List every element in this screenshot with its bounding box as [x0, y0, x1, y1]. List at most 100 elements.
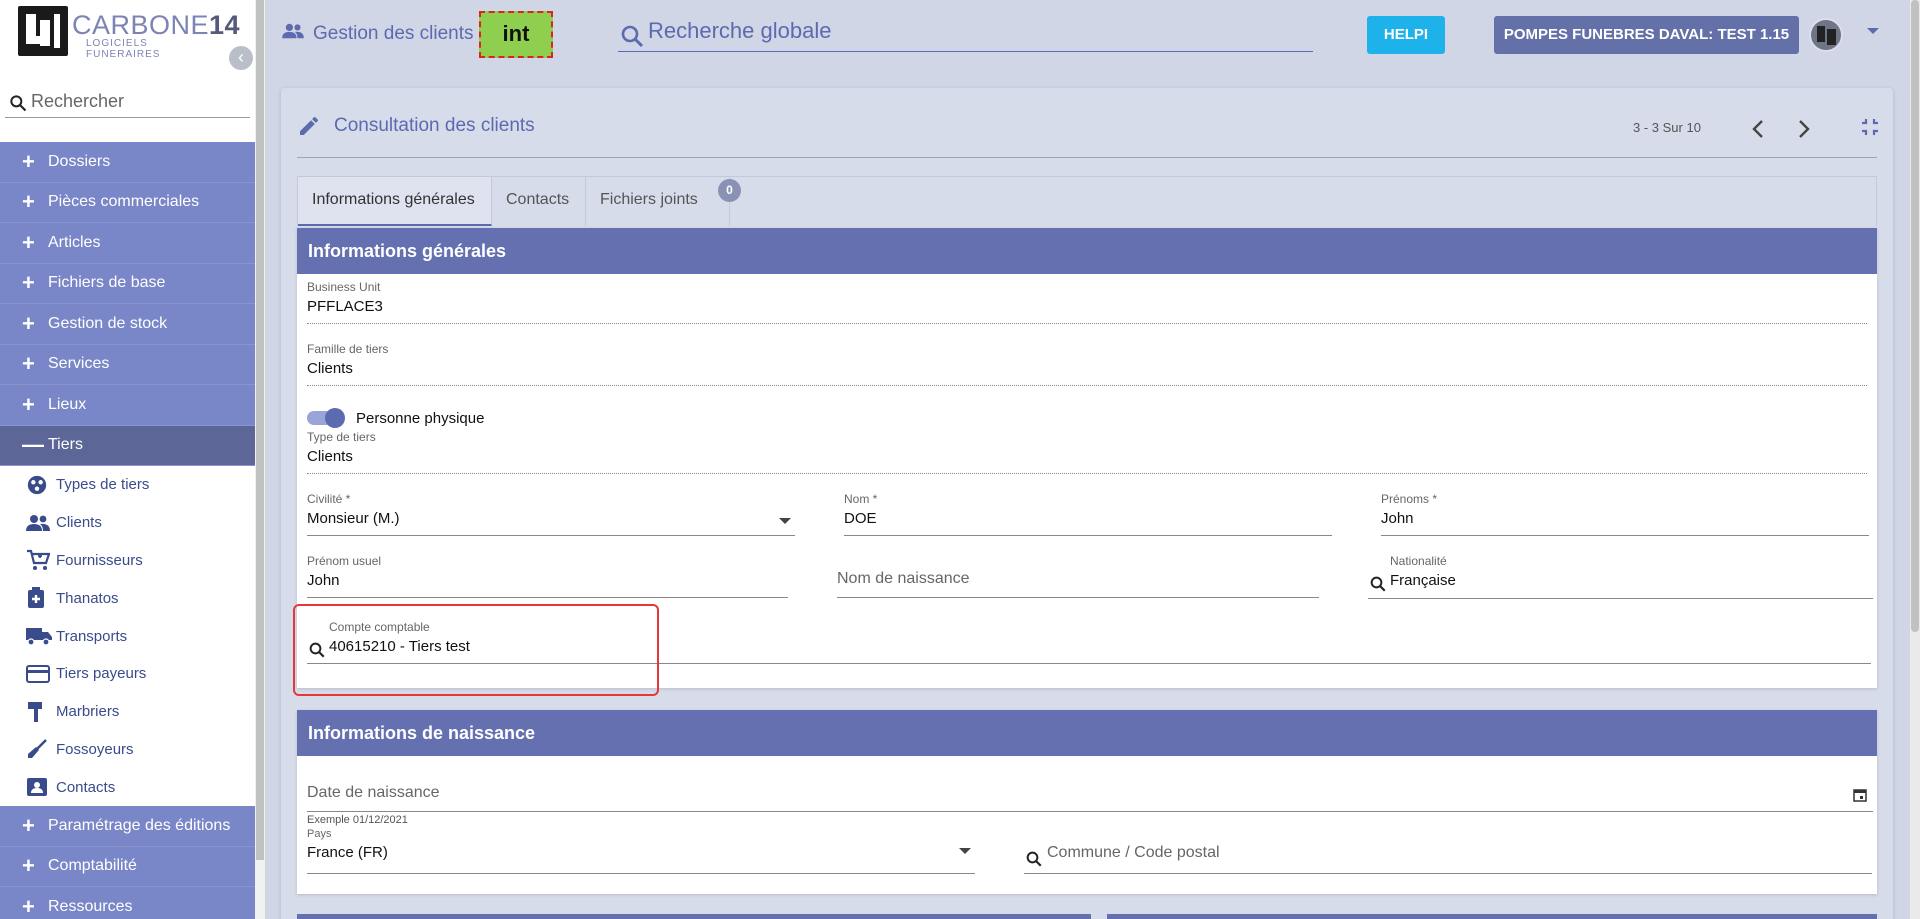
field-label: Civilité * [307, 492, 351, 506]
breadcrumb[interactable]: Gestion des clients [281, 22, 474, 46]
sidebar-scrollbar[interactable] [255, 0, 265, 919]
truck-icon [26, 626, 56, 646]
dropdown-caret-icon[interactable] [779, 518, 791, 524]
sidebar-item-comptabilite[interactable]: + Comptabilité [0, 846, 255, 888]
civilite-select[interactable]: Civilité * Monsieur (M.) [307, 492, 795, 536]
sidebar-item-fichiers-de-base[interactable]: + Fichiers de base [0, 263, 255, 304]
tab-contacts[interactable]: Contacts [492, 177, 586, 226]
tab-fichiers-joints[interactable]: Fichiers joints [586, 177, 730, 226]
sidebar-subitem-label: Fournisseurs [56, 551, 143, 569]
sidebar-subitem-label: Thanatos [56, 589, 119, 607]
personne-physique-label: Personne physique [356, 410, 485, 427]
field-label: Pays [307, 828, 332, 840]
sidebar-item-label: Fichiers de base [48, 274, 166, 292]
field-value: France (FR) [307, 844, 388, 861]
app-logo[interactable]: CARBONE14 LOGICIELS FUNERAIRES [18, 6, 240, 60]
sidebar-subitem-fournisseurs[interactable]: Fournisseurs [0, 541, 255, 580]
people-icon [26, 513, 56, 533]
user-avatar[interactable] [1809, 18, 1843, 52]
collapse-sidebar-button[interactable]: ‹ [229, 46, 253, 70]
sidebar-subitem-label: Contacts [56, 778, 116, 796]
sidebar-item-tiers[interactable]: — Tiers [0, 425, 255, 466]
field-label: Nationalité [1390, 554, 1447, 568]
page-scrollbar-thumb[interactable] [1911, 0, 1919, 632]
section-informations-naissance: Informations de naissance Date de naissa… [297, 710, 1877, 894]
shovel-icon [26, 738, 56, 760]
nom-field[interactable]: Nom * DOE [844, 492, 1332, 536]
sidebar-item-label: Pièces commerciales [48, 193, 200, 211]
global-search [618, 14, 1313, 52]
company-selector-button[interactable]: POMPES FUNEBRES DAVAL: TEST 1.15 [1494, 16, 1799, 54]
sidebar-item-ressources[interactable]: + Ressources [0, 887, 255, 919]
sidebar-subitem-types-de-tiers[interactable]: Types de tiers [0, 466, 255, 504]
pays-select[interactable]: Pays France (FR) [307, 828, 975, 874]
global-search-input[interactable] [648, 16, 1298, 46]
sidebar-search [5, 88, 250, 118]
sidebar-item-gestion-de-stock[interactable]: + Gestion de stock [0, 304, 255, 345]
fullscreen-exit-icon[interactable] [1860, 117, 1880, 140]
field-value: Monsieur (M.) [307, 510, 400, 527]
breadcrumb-label: Gestion des clients [313, 23, 474, 44]
search-icon [1369, 575, 1387, 596]
sidebar-subitem-label: Marbriers [56, 703, 120, 721]
sidebar-item-services[interactable]: + Services [0, 344, 255, 385]
search-icon [620, 24, 644, 51]
section-title: Informations générales [297, 228, 1877, 274]
nationalite-field[interactable]: Nationalité Française [1368, 554, 1873, 599]
sidebar-subitem-tiers-payeurs[interactable]: Tiers payeurs [0, 654, 255, 693]
sidebar: CARBONE14 LOGICIELS FUNERAIRES ‹ + Dossie… [0, 0, 255, 919]
personne-physique-toggle[interactable] [307, 408, 347, 428]
chevron-down-icon[interactable] [1867, 28, 1879, 34]
field-placeholder: Date de naissance [307, 784, 440, 801]
type-tiers-field: Type de tiers Clients [307, 430, 1867, 474]
field-value: DOE [844, 510, 877, 527]
sidebar-item-label: Tiers [48, 436, 83, 454]
page-scrollbar[interactable] [1910, 0, 1920, 919]
sidebar-item-dossiers[interactable]: + Dossiers [0, 142, 255, 183]
sidebar-item-lieux[interactable]: + Lieux [0, 385, 255, 426]
field-placeholder: Nom de naissance [837, 570, 970, 587]
compte-comptable-highlight [293, 604, 659, 696]
dropdown-caret-icon[interactable] [959, 848, 971, 854]
help-button[interactable]: HELPI [1367, 16, 1445, 54]
plus-icon: + [22, 351, 35, 377]
sidebar-item-label: Gestion de stock [48, 314, 168, 332]
sidebar-subitem-clients[interactable]: Clients [0, 503, 255, 542]
field-value: John [1381, 510, 1414, 527]
sidebar-subitem-fossoyeurs[interactable]: Fossoyeurs [0, 730, 255, 769]
plus-icon: + [22, 270, 35, 296]
sidebar-item-parametrage-editions[interactable]: + Paramétrage des éditions [0, 806, 255, 847]
sidebar-subitem-transports[interactable]: Transports [0, 617, 255, 655]
sidebar-item-label: Dossiers [48, 152, 111, 170]
field-value: Française [1390, 572, 1456, 589]
nom-naissance-field[interactable]: Nom de naissance [837, 554, 1319, 598]
field-value: Clients [307, 448, 353, 465]
sidebar-subitem-marbriers[interactable]: Marbriers [0, 692, 255, 731]
chevron-left-icon[interactable] [1747, 115, 1771, 146]
chevron-right-icon[interactable] [1791, 115, 1815, 146]
prenom-usuel-field[interactable]: Prénom usuel John [307, 554, 788, 598]
sidebar-item-pieces-commerciales[interactable]: + Pièces commerciales [0, 182, 255, 223]
commune-field[interactable]: Commune / Code postal [1024, 828, 1872, 874]
sidebar-item-articles[interactable]: + Articles [0, 223, 255, 264]
card-header: Consultation des clients 3 - 3 Sur 10 [297, 102, 1880, 158]
field-value: PFFLACE3 [307, 298, 383, 315]
sidebar-subitem-contacts[interactable]: Contacts [0, 768, 255, 807]
prenoms-field[interactable]: Prénoms * John [1381, 492, 1869, 536]
field-label: Nom * [844, 492, 878, 506]
date-naissance-field[interactable]: Date de naissance [307, 768, 1873, 812]
card-icon [26, 664, 56, 683]
sidebar-subitem-thanatos[interactable]: Thanatos [0, 579, 255, 618]
tab-informations-generales[interactable]: Informations générales [298, 177, 492, 226]
sidebar-scrollbar-thumb[interactable] [256, 0, 264, 860]
minus-icon: — [22, 432, 44, 458]
field-label: Type de tiers [307, 430, 376, 444]
logo-mark [18, 6, 68, 56]
calendar-icon[interactable] [1853, 788, 1867, 805]
people-icon [281, 22, 305, 46]
field-label: Business Unit [307, 280, 381, 294]
attachments-count-badge: 0 [718, 179, 741, 202]
field-value: John [307, 572, 340, 589]
next-section-header-left [297, 914, 1091, 919]
sidebar-search-input[interactable] [31, 89, 246, 113]
